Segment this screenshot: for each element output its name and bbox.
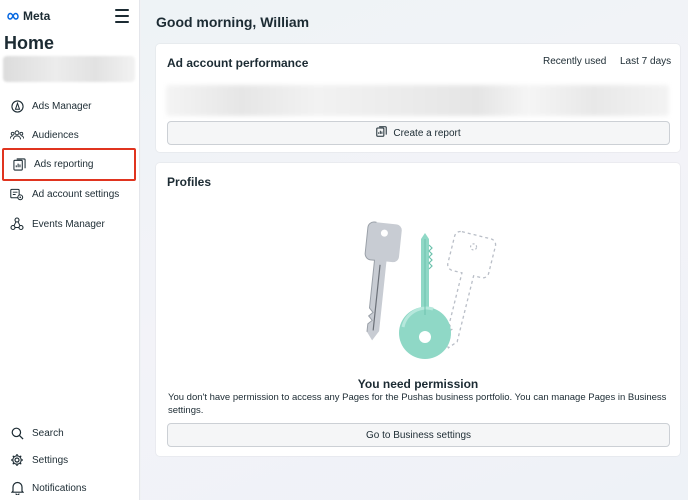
sidebar-item-ads-manager[interactable]: Ads Manager <box>2 91 136 121</box>
sidebar-item-notifications[interactable]: Notifications <box>2 473 136 500</box>
profiles-card: Profiles You need permission You don't h… <box>156 163 680 456</box>
card-title: Ad account performance <box>167 56 309 70</box>
account-selector[interactable] <box>3 56 135 82</box>
recently-used-filter[interactable]: Recently used <box>543 56 606 67</box>
main-content: Good morning, William Ad account perform… <box>141 0 688 500</box>
brand-name: Meta <box>23 9 51 23</box>
go-to-business-settings-button[interactable]: Go to Business settings <box>167 423 670 447</box>
sidebar-item-label: Settings <box>32 454 69 466</box>
ad-account-performance-card: Ad account performance Recently used Las… <box>156 44 680 152</box>
report-icon <box>376 126 388 140</box>
button-label: Go to Business settings <box>365 429 472 441</box>
performance-placeholder <box>166 85 669 116</box>
sidebar-item-label: Ads Manager <box>32 100 92 112</box>
search-icon <box>10 426 24 440</box>
sidebar-item-label: Ad account settings <box>32 188 120 200</box>
menu-icon[interactable] <box>115 9 129 23</box>
report-icon <box>12 158 26 172</box>
sidebar-item-label: Events Manager <box>32 218 105 230</box>
permission-message: You don't have permission to access any … <box>168 392 667 416</box>
sidebar-item-label: Search <box>32 427 64 439</box>
date-range-filter[interactable]: Last 7 days <box>620 56 671 67</box>
sidebar-item-audiences[interactable]: Audiences <box>2 120 136 150</box>
meta-infinity-icon <box>7 12 19 20</box>
bell-icon <box>10 481 24 495</box>
sidebar-item-search[interactable]: Search <box>2 418 136 448</box>
keys-illustration <box>364 221 497 359</box>
sidebar: Meta Home Ads Manager Audiences Ads repo… <box>0 0 140 500</box>
compass-icon <box>10 99 24 113</box>
sidebar-item-settings[interactable]: Settings <box>2 445 136 475</box>
page-title: Home <box>4 33 55 53</box>
sidebar-item-ad-account-settings[interactable]: Ad account settings <box>2 179 136 209</box>
greeting: Good morning, William <box>156 14 310 30</box>
sidebar-item-label: Notifications <box>32 482 87 494</box>
sidebar-item-label: Audiences <box>32 129 79 141</box>
account-settings-icon <box>10 187 24 201</box>
create-report-button[interactable]: Create a report <box>167 121 670 145</box>
events-icon <box>10 217 24 231</box>
card-title: Profiles <box>167 175 212 189</box>
sidebar-item-ads-reporting[interactable]: Ads reporting <box>2 148 136 181</box>
permission-title: You need permission <box>357 377 479 391</box>
button-label: Create a report <box>393 127 461 139</box>
people-icon <box>10 128 24 142</box>
sidebar-item-events-manager[interactable]: Events Manager <box>2 209 136 239</box>
meta-logo[interactable]: Meta <box>6 8 50 24</box>
gear-icon <box>10 453 24 467</box>
sidebar-item-label: Ads reporting <box>34 159 94 170</box>
